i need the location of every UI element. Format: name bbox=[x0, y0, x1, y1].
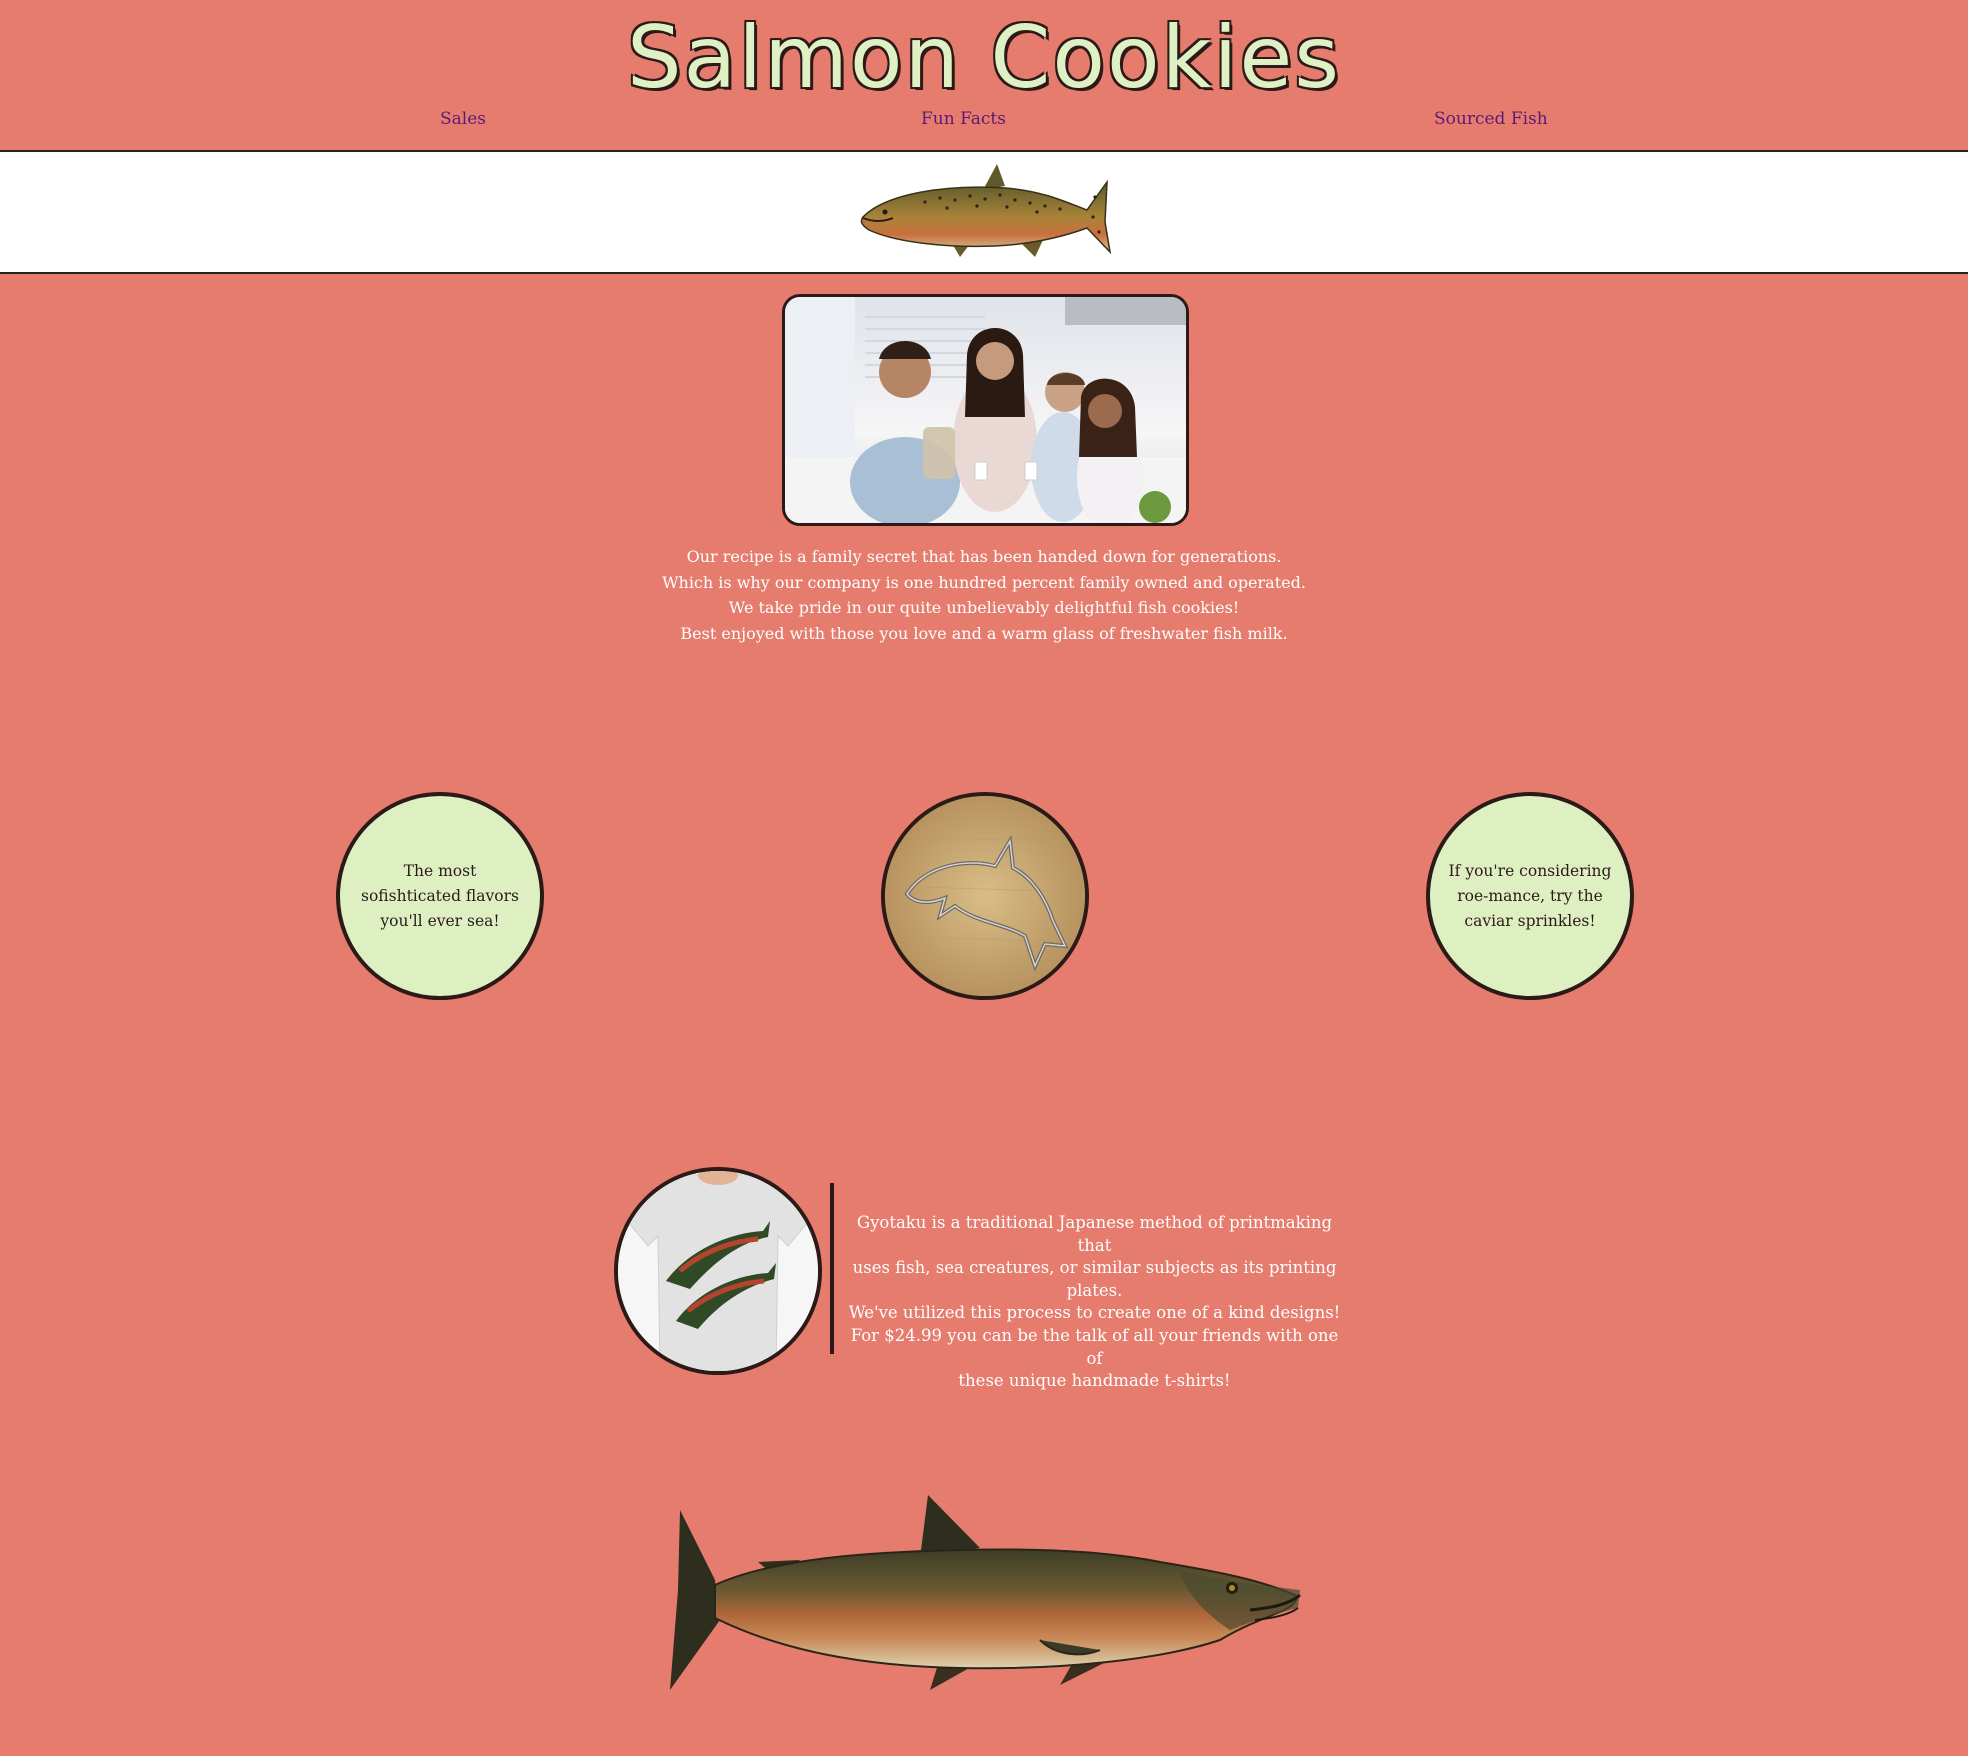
gyotaku-description: Gyotaku is a traditional Japanese method… bbox=[842, 1212, 1347, 1393]
salmon-banner-icon bbox=[860, 164, 1112, 257]
family-photo-image bbox=[785, 297, 1186, 523]
intro-line: Best enjoyed with those you love and a w… bbox=[680, 624, 1288, 644]
vertical-divider bbox=[830, 1183, 834, 1354]
site-title: Salmon Cookies bbox=[626, 8, 1342, 108]
gyotaku-line: For $24.99 you can be the talk of all yo… bbox=[850, 1325, 1339, 1368]
intro-line: Which is why our company is one hundred … bbox=[662, 572, 1306, 592]
gyotaku-line: Gyotaku is a traditional Japanese method… bbox=[856, 1213, 1333, 1255]
feature-circle-center bbox=[881, 792, 1089, 1000]
feature-left-text: The most sofishticated flavors you'll ev… bbox=[361, 861, 519, 930]
nav-link-sales[interactable]: Sales bbox=[440, 109, 486, 129]
feature-circle-left: The most sofishticated flavors you'll ev… bbox=[336, 792, 544, 1000]
large-salmon-icon bbox=[670, 1495, 1301, 1690]
nav-link-sourced-fish[interactable]: Sourced Fish bbox=[1434, 109, 1548, 129]
gyotaku-line: We've utilized this process to create on… bbox=[848, 1303, 1341, 1323]
intro-text: Our recipe is a family secret that has b… bbox=[584, 544, 1384, 647]
nav-link-fun-facts[interactable]: Fun Facts bbox=[921, 109, 1006, 129]
fish-banner bbox=[0, 150, 1968, 274]
intro-line: Our recipe is a family secret that has b… bbox=[686, 547, 1282, 566]
gyotaku-line: uses fish, sea creatures, or similar sub… bbox=[852, 1258, 1337, 1300]
feature-right-text: If you're considering roe-mance, try the… bbox=[1448, 861, 1612, 930]
fish-cookie-cutter-icon bbox=[885, 796, 1085, 996]
family-photo bbox=[782, 294, 1189, 526]
intro-line: We take pride in our quite unbelievably … bbox=[728, 598, 1240, 618]
gyotaku-tshirt-icon bbox=[618, 1171, 818, 1371]
feature-circle-right: If you're considering roe-mance, try the… bbox=[1426, 792, 1634, 1000]
tshirt-circle bbox=[614, 1167, 822, 1375]
gyotaku-line: these unique handmade t-shirts! bbox=[958, 1371, 1231, 1391]
